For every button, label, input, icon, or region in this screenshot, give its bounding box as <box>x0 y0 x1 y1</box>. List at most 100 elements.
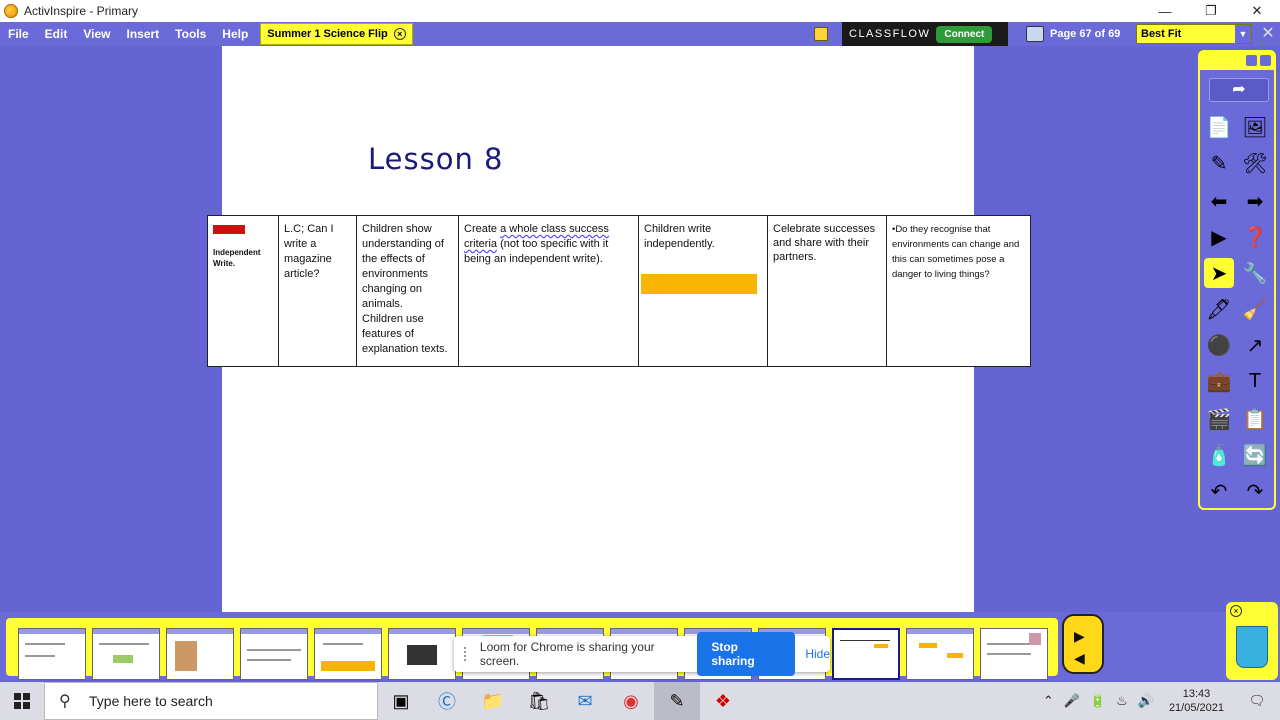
menu-help[interactable]: Help <box>214 22 256 46</box>
lesson-title[interactable]: Lesson 8 <box>368 142 504 176</box>
file-explorer-icon[interactable]: 📁 <box>470 682 516 720</box>
independent-text: Children write independently. <box>644 223 715 250</box>
zoom-select[interactable]: Best Fit ▼ <box>1136 24 1252 44</box>
outcome-2: Children use features of explanation tex… <box>362 313 448 355</box>
activity-cell[interactable]: Create a whole class success criteria (n… <box>458 215 639 367</box>
system-tray: ⌃ 🎤 🔋 ♨ 🔊 13:43 21/05/2021 🗨 <box>1038 682 1280 720</box>
help-icon[interactable]: ❓ <box>1240 222 1270 252</box>
fill-icon[interactable]: 🧹 <box>1240 294 1270 324</box>
play-icon[interactable]: ▶ <box>1204 222 1234 252</box>
close-icon[interactable]: ✕ <box>1234 0 1280 22</box>
plenary-text: Celebrate successes and share with their… <box>773 223 876 263</box>
trash-area[interactable]: × <box>1226 602 1278 680</box>
menu-tools[interactable]: Tools <box>167 22 214 46</box>
menu-insert[interactable]: Insert <box>118 22 167 46</box>
loom-message: Loom for Chrome is sharing your screen. <box>479 640 655 668</box>
zoom-value: Best Fit <box>1141 28 1182 40</box>
independent-cell[interactable]: Children write independently. <box>638 215 768 367</box>
pen-icon[interactable]: 🖋 <box>1204 294 1234 324</box>
tools-icon[interactable]: 🔧 <box>1240 258 1270 288</box>
page-browser-icon[interactable]: 🖼 <box>1240 112 1270 142</box>
lesson-plan-table[interactable]: Science Independent Write. L.C; Can I wr… <box>207 215 1031 367</box>
drag-handle-icon[interactable] <box>464 647 468 661</box>
task-view-icon[interactable]: ▣ <box>378 682 424 720</box>
minimize-icon[interactable]: — <box>1142 0 1188 22</box>
orange-highlight-box[interactable] <box>641 274 757 294</box>
store-icon[interactable]: 🛍 <box>516 682 562 720</box>
learning-challenge-cell[interactable]: L.C; Can I write a magazine article? <box>278 215 357 367</box>
microphone-icon[interactable]: 🎤 <box>1064 693 1080 709</box>
connector-icon[interactable]: ↗ <box>1240 330 1270 360</box>
page-thumbnail[interactable] <box>388 628 456 680</box>
chrome-icon[interactable]: ◉ <box>608 682 654 720</box>
desktop-annotate-icon[interactable]: ✎ <box>1204 148 1234 178</box>
previous-page-icon[interactable]: ⬅ <box>1204 186 1234 216</box>
undo-icon[interactable]: ↶ <box>1204 476 1234 506</box>
page-thumbnail[interactable] <box>92 628 160 680</box>
subject-note: Independent Write. <box>213 248 261 268</box>
page-thumbnail[interactable] <box>18 628 86 680</box>
edge-icon[interactable]: Ⓒ <box>424 682 470 720</box>
chevron-up-icon[interactable]: ⌃ <box>1043 693 1054 709</box>
reset-page-icon[interactable]: 🔄 <box>1240 440 1270 470</box>
page-thumbnail[interactable] <box>166 628 234 680</box>
menu-file[interactable]: File <box>0 22 37 46</box>
clock[interactable]: 13:43 21/05/2021 <box>1169 687 1224 715</box>
classflow-connect-button[interactable]: Connect <box>936 25 993 43</box>
plenary-cell[interactable]: Celebrate successes and share with their… <box>767 215 887 367</box>
tab-close-icon[interactable]: × <box>393 28 406 40</box>
classflow-bar: CLASSFLOW Connect <box>842 22 1008 46</box>
windows-start-icon[interactable] <box>0 682 44 720</box>
acrobat-icon[interactable]: ❖ <box>700 682 746 720</box>
menu-edit[interactable]: Edit <box>37 22 76 46</box>
taskbar-search[interactable]: ⚲ <box>44 682 378 720</box>
hide-link[interactable]: Hide <box>805 647 830 661</box>
main-toolbox: ➦ 📄 🖼 ✎ 🛠 ⬅ ➡ ▶ ❓ ➤ 🔧 🖋 🧹 ⚫ ↗ 💼 T 🎬 📋 🧴 … <box>1198 50 1276 510</box>
page-strip-scroller[interactable]: ▶ ◀ <box>1062 614 1106 676</box>
page-thumbnail-current[interactable] <box>832 628 900 680</box>
flipchart-tab[interactable]: Summer 1 Science Flip × <box>260 23 413 45</box>
toolbox-lock-icon[interactable] <box>1246 55 1257 66</box>
notes-icon[interactable] <box>814 27 828 41</box>
activinspire-taskbar-icon[interactable]: ✎ <box>654 682 700 720</box>
page-thumbnail[interactable] <box>980 628 1048 680</box>
close-icon[interactable]: × <box>1230 605 1242 617</box>
assessment-cell[interactable]: •Do they recognise that environments can… <box>886 215 1031 367</box>
clear-icon[interactable]: 🧴 <box>1204 440 1234 470</box>
share-icon[interactable]: ➦ <box>1209 78 1269 102</box>
page-thumbnail[interactable] <box>906 628 974 680</box>
clock-time: 13:43 <box>1182 688 1211 700</box>
shape-icon[interactable]: ⚫ <box>1204 330 1234 360</box>
pin-toolbar-icon[interactable]: ✕ <box>1258 24 1278 44</box>
battery-icon[interactable]: 🔋 <box>1090 693 1106 709</box>
select-pointer-icon[interactable]: ➤ <box>1204 258 1234 288</box>
page-browser-icon[interactable] <box>1026 26 1044 42</box>
notification-icon[interactable]: 🗨 <box>1239 682 1275 720</box>
clip-icon[interactable]: 📋 <box>1240 404 1270 434</box>
trash-bin-icon[interactable] <box>1236 626 1268 668</box>
taskbar: ⚲ ▣ Ⓒ 📁 🛍 ✉ ◉ ✎ ❖ ⌃ 🎤 🔋 ♨ 🔊 13:43 21/05/… <box>0 682 1280 720</box>
resource-library-icon[interactable]: 💼 <box>1204 366 1234 396</box>
volume-icon[interactable]: 🔊 <box>1138 693 1154 709</box>
play-icon[interactable]: ▶ <box>1074 628 1085 645</box>
search-input[interactable] <box>89 693 329 709</box>
redo-icon[interactable]: ↷ <box>1240 476 1270 506</box>
media-icon[interactable]: 🎬 <box>1204 404 1234 434</box>
next-page-icon[interactable]: ➡ <box>1240 186 1270 216</box>
wifi-icon[interactable]: ♨ <box>1116 693 1128 709</box>
mail-icon[interactable]: ✉ <box>562 682 608 720</box>
menu-view[interactable]: View <box>75 22 118 46</box>
text-icon[interactable]: T <box>1240 366 1270 396</box>
flipchart-browser-icon[interactable]: 📄 <box>1204 112 1234 142</box>
outcomes-cell[interactable]: Children show understanding of the effec… <box>356 215 459 367</box>
desktop-tools-icon[interactable]: 🛠 <box>1240 148 1270 178</box>
stop-sharing-button[interactable]: Stop sharing <box>697 632 796 676</box>
chevron-down-icon[interactable]: ▼ <box>1235 25 1251 43</box>
toolbox-collapse-icon[interactable] <box>1260 55 1271 66</box>
restore-icon[interactable]: ❐ <box>1188 0 1234 22</box>
back-arrow-icon[interactable]: ◀ <box>1074 650 1085 667</box>
subject-cell[interactable]: Science Independent Write. <box>207 215 279 367</box>
page-thumbnail[interactable] <box>240 628 308 680</box>
page-thumbnail[interactable] <box>314 628 382 680</box>
learning-challenge-text: L.C; Can I write a magazine article? <box>284 223 334 280</box>
